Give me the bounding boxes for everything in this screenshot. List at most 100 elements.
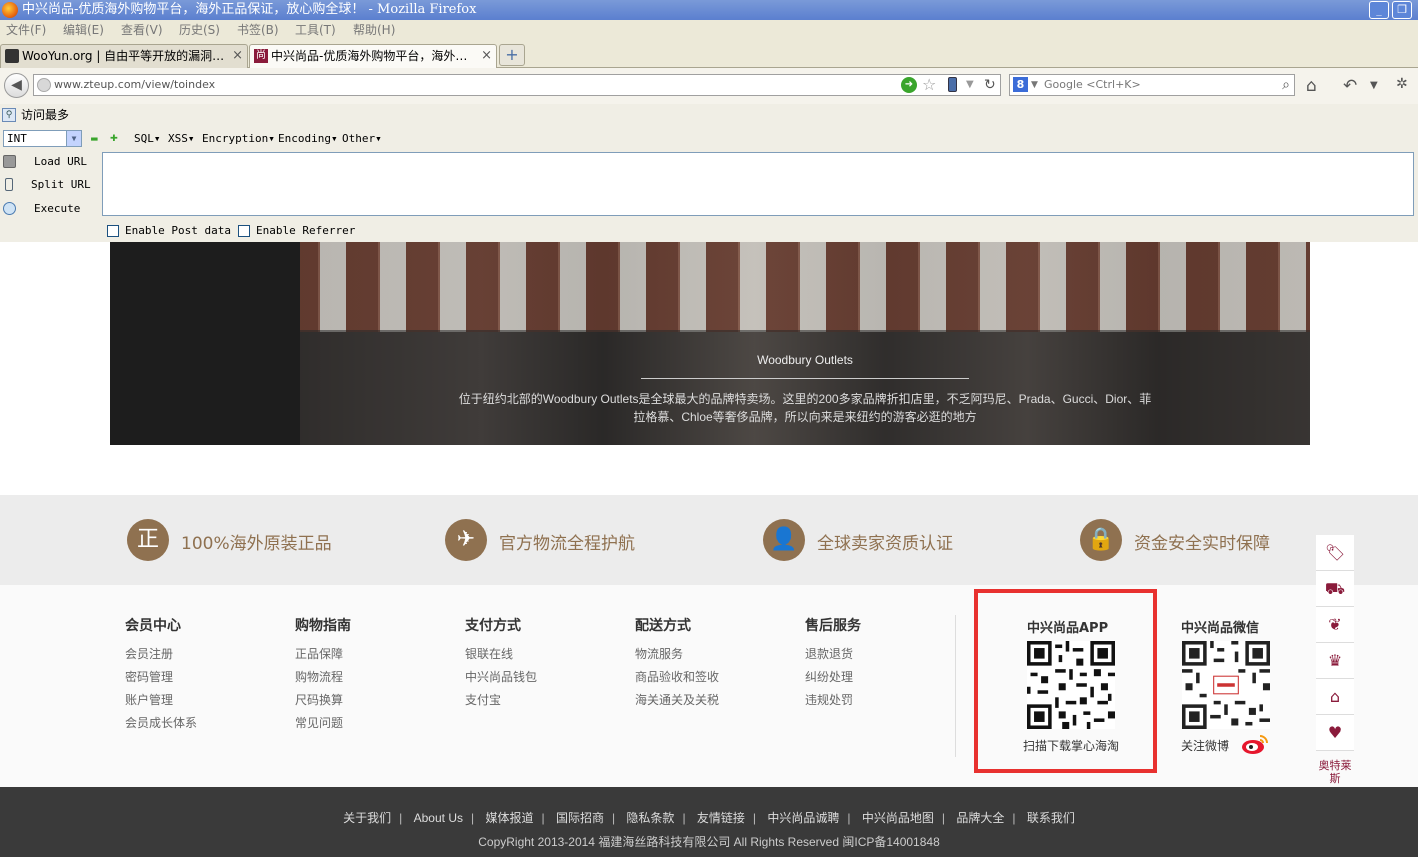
footer-link[interactable]: 纠纷处理 bbox=[805, 666, 861, 689]
stroller-icon[interactable]: ⛟ bbox=[1316, 571, 1354, 607]
health-heart-icon[interactable]: ♥ bbox=[1316, 715, 1354, 751]
home-icon[interactable]: ⌂ bbox=[1306, 76, 1317, 96]
restore-button[interactable]: ❐ bbox=[1392, 1, 1412, 19]
wechat-qr-code[interactable] bbox=[1182, 641, 1270, 729]
footer-link[interactable]: 正品保障 bbox=[295, 643, 351, 666]
tab-zteup[interactable]: 尚 中兴尚品-优质海外购物平台，海外… × bbox=[249, 44, 497, 69]
footer-link[interactable]: 银联在线 bbox=[465, 643, 537, 666]
reload-icon[interactable]: ↻ bbox=[984, 75, 996, 95]
footer-nav-link[interactable]: 国际招商 bbox=[556, 811, 604, 825]
url-text[interactable]: www.zteup.com/view/toindex bbox=[54, 75, 215, 95]
load-url-icon bbox=[3, 155, 16, 168]
search-bar[interactable]: 8 ▼ Google <Ctrl+K> ⌕ bbox=[1009, 74, 1295, 96]
go-arrow-icon[interactable]: ➜ bbox=[901, 77, 917, 93]
menu-history[interactable]: 历史(S) bbox=[179, 20, 220, 41]
decrement-icon[interactable]: ▬ bbox=[91, 132, 98, 145]
footer-link[interactable]: 账户管理 bbox=[125, 689, 197, 712]
footer-link[interactable]: 支付宝 bbox=[465, 689, 537, 712]
mobile-device-icon[interactable] bbox=[948, 77, 957, 92]
footer-link[interactable]: 常见问题 bbox=[295, 712, 351, 735]
footer-link[interactable]: 密码管理 bbox=[125, 666, 197, 689]
hackbar-type-select[interactable]: INT ▼ bbox=[3, 130, 82, 147]
enable-post-data-checkbox[interactable]: Enable Post data bbox=[107, 224, 231, 238]
handbag-icon[interactable]: ⌂ bbox=[1316, 679, 1354, 715]
minimize-button[interactable]: _ bbox=[1369, 1, 1389, 19]
menu-help[interactable]: 帮助(H) bbox=[353, 20, 395, 41]
hackbar-menu-other[interactable]: Other▾ bbox=[342, 132, 382, 145]
checkbox-box[interactable] bbox=[238, 225, 250, 237]
back-button[interactable]: ◀ bbox=[4, 73, 29, 98]
tab-bar: WooYun.org | 自由平等开放的漏洞… × 尚 中兴尚品-优质海外购物平… bbox=[0, 41, 1418, 69]
menu-tools[interactable]: 工具(T) bbox=[295, 20, 336, 41]
search-engine-dropdown-icon[interactable]: ▼ bbox=[1031, 75, 1038, 95]
dress-icon[interactable]: ♛ bbox=[1316, 643, 1354, 679]
footer-link[interactable]: 会员注册 bbox=[125, 643, 197, 666]
footer-col-heading: 配送方式 bbox=[635, 618, 691, 634]
tag-icon[interactable]: 🏷 bbox=[1316, 535, 1354, 571]
search-placeholder[interactable]: Google <Ctrl+K> bbox=[1044, 75, 1141, 95]
footer-nav-link[interactable]: 品牌大全 bbox=[956, 811, 1004, 825]
wechat-qr-title: 中兴尚品微信 bbox=[1181, 621, 1260, 636]
app-qr-title: 中兴尚品APP bbox=[1027, 621, 1109, 636]
footer-nav-link[interactable]: About Us bbox=[414, 811, 463, 825]
address-bar[interactable]: www.zteup.com/view/toindex ➜ ☆ ▼ ↻ bbox=[33, 74, 1001, 96]
most-visited-bookmark[interactable]: 访问最多 bbox=[21, 104, 69, 126]
footer-nav-link[interactable]: 隐私条款 bbox=[626, 811, 674, 825]
app-qr-code[interactable] bbox=[1027, 641, 1115, 729]
footer-nav-link[interactable]: 关于我们 bbox=[343, 811, 391, 825]
increment-icon[interactable]: ✚ bbox=[110, 130, 118, 145]
bookmark-star-icon[interactable]: ☆ bbox=[922, 75, 936, 95]
footer-nav-link[interactable]: 媒体报道 bbox=[485, 811, 533, 825]
hackbar-menu-sql[interactable]: SQL▾ bbox=[134, 132, 161, 145]
weibo-icon[interactable] bbox=[1241, 733, 1269, 755]
footer-col-delivery: 配送方式 物流服务 商品验收和签收 海关通关及关税 bbox=[635, 615, 719, 712]
menu-view[interactable]: 查看(V) bbox=[121, 20, 163, 41]
undo-dropdown-icon[interactable]: ▼ bbox=[1370, 80, 1378, 91]
footer-link[interactable]: 会员成长体系 bbox=[125, 712, 197, 735]
hackbar-menu-encryption[interactable]: Encryption▾ bbox=[202, 132, 275, 145]
banner-photo-buildings bbox=[300, 242, 1310, 332]
undo-icon[interactable]: ↶ bbox=[1343, 76, 1357, 96]
url-dropdown-icon[interactable]: ▼ bbox=[966, 75, 974, 95]
footer-link[interactable]: 海关通关及关税 bbox=[635, 689, 719, 712]
cosmetics-icon[interactable]: ❦ bbox=[1316, 607, 1354, 643]
footer-divider bbox=[955, 615, 956, 757]
guarantee-strip: 正 100%海外原装正品 ✈ 官方物流全程护航 👤 全球卖家资质认证 🔒 资金安… bbox=[0, 495, 1418, 585]
footer-nav-link[interactable]: 中兴尚品诚聘 bbox=[767, 811, 839, 825]
footer-link[interactable]: 中兴尚品钱包 bbox=[465, 666, 537, 689]
outlets-link[interactable]: 奥特莱斯 bbox=[1316, 755, 1354, 791]
menu-bookmarks[interactable]: 书签(B) bbox=[237, 20, 279, 41]
footer-link[interactable]: 尺码换算 bbox=[295, 689, 351, 712]
footer-link[interactable]: 退款退货 bbox=[805, 643, 861, 666]
user-check-icon: 👤 bbox=[763, 519, 805, 561]
menu-bar: 文件(F) 编辑(E) 查看(V) 历史(S) 书签(B) 工具(T) 帮助(H… bbox=[0, 20, 1418, 41]
footer-link[interactable]: 违规处罚 bbox=[805, 689, 861, 712]
footer-nav-link[interactable]: 友情链接 bbox=[697, 811, 745, 825]
promo-banner[interactable]: Woodbury Outlets 位于纽约北部的Woodbury Outlets… bbox=[110, 242, 1310, 445]
weibo-caption[interactable]: 关注微博 bbox=[1181, 737, 1229, 754]
site-identity-icon[interactable] bbox=[37, 78, 51, 92]
enable-referrer-checkbox[interactable]: Enable Referrer bbox=[238, 224, 355, 238]
checkbox-box[interactable] bbox=[107, 225, 119, 237]
footer-link[interactable]: 物流服务 bbox=[635, 643, 719, 666]
split-url-icon bbox=[5, 178, 13, 191]
tab-close-icon[interactable]: × bbox=[481, 45, 492, 67]
chevron-down-icon[interactable]: ▼ bbox=[66, 131, 81, 146]
hackbar-menu-encoding[interactable]: Encoding▾ bbox=[278, 132, 338, 145]
footer-link[interactable]: 商品验收和签收 bbox=[635, 666, 719, 689]
addon-bug-icon[interactable]: ✲ bbox=[1396, 76, 1408, 92]
google-icon[interactable]: 8 bbox=[1013, 77, 1028, 92]
menu-file[interactable]: 文件(F) bbox=[6, 20, 46, 41]
footer-link[interactable]: 购物流程 bbox=[295, 666, 351, 689]
new-tab-button[interactable]: + bbox=[499, 44, 525, 66]
footer-nav-link[interactable]: 中兴尚品地图 bbox=[862, 811, 934, 825]
hackbar-menu-xss[interactable]: XSS▾ bbox=[168, 132, 195, 145]
checkbox-label: Enable Referrer bbox=[256, 224, 356, 237]
menu-edit[interactable]: 编辑(E) bbox=[63, 20, 104, 41]
wooyun-favicon-icon bbox=[5, 49, 19, 63]
tab-wooyun[interactable]: WooYun.org | 自由平等开放的漏洞… × bbox=[0, 44, 248, 68]
tab-close-icon[interactable]: × bbox=[232, 45, 243, 67]
footer-nav-link[interactable]: 联系我们 bbox=[1027, 811, 1075, 825]
search-icon[interactable]: ⌕ bbox=[1282, 75, 1290, 95]
hackbar-url-textarea[interactable] bbox=[102, 152, 1414, 216]
